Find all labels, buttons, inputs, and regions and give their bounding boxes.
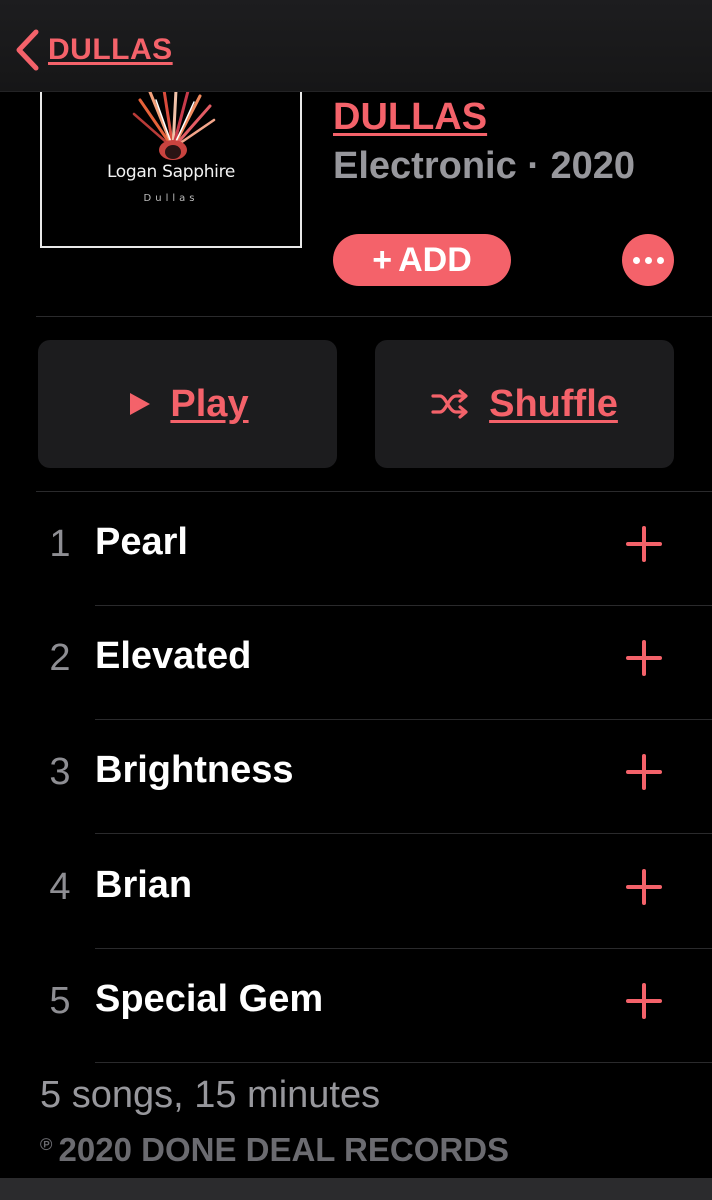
track-number: 4	[49, 866, 71, 908]
track-row[interactable]: 5 Special Gem	[0, 949, 712, 1063]
album-summary: 5 songs, 15 minutes	[40, 1074, 381, 1116]
play-label: Play	[170, 382, 249, 425]
back-button-label: DULLAS	[48, 33, 173, 66]
chevron-left-icon	[16, 29, 39, 71]
plus-icon: +	[372, 240, 393, 279]
artwork-album-text: Dullas	[143, 193, 199, 204]
track-title: Brian	[95, 864, 193, 906]
track-number: 1	[49, 523, 71, 565]
track-row[interactable]: 1 Pearl	[0, 492, 712, 606]
track-title: Special Gem	[95, 978, 324, 1020]
shuffle-label: Shuffle	[489, 382, 618, 425]
add-to-library-button[interactable]: + ADD	[333, 234, 511, 286]
album-genre-year: Electronic · 2020	[333, 145, 636, 187]
bottom-bar	[0, 1178, 712, 1200]
track-number: 3	[49, 751, 71, 793]
shuffle-button[interactable]: Shuffle	[375, 340, 674, 468]
track-divider	[95, 1062, 712, 1063]
track-row[interactable]: 3 Brightness	[0, 720, 712, 834]
add-track-plus-icon[interactable]	[626, 640, 662, 676]
track-divider	[95, 833, 712, 834]
track-row[interactable]: 2 Elevated	[0, 606, 712, 720]
add-track-plus-icon[interactable]	[626, 869, 662, 905]
track-row[interactable]: 4 Brian	[0, 835, 712, 949]
add-track-plus-icon[interactable]	[626, 754, 662, 790]
album-title-link[interactable]: DULLAS	[333, 96, 487, 139]
headdress-logo-icon	[132, 90, 216, 160]
add-track-plus-icon[interactable]	[626, 526, 662, 562]
copyright-label: 2020 DONE DEAL RECORDS	[58, 1131, 510, 1168]
more-dot-icon	[644, 256, 652, 264]
artwork-artist-text: Logan Sapphire	[106, 162, 236, 182]
more-dot-icon	[656, 256, 664, 264]
track-title: Elevated	[95, 635, 252, 677]
track-number: 2	[49, 637, 71, 679]
add-button-label: ADD	[398, 240, 472, 279]
navigation-bar: DULLAS	[0, 0, 712, 92]
track-title: Pearl	[95, 521, 188, 563]
shuffle-icon	[431, 389, 468, 419]
play-icon	[130, 393, 151, 415]
track-number: 5	[49, 980, 71, 1022]
more-dot-icon	[632, 256, 640, 264]
divider	[36, 316, 712, 317]
copyright-text: ℗ 2020 DONE DEAL RECORDS	[40, 1131, 509, 1169]
more-options-button[interactable]	[622, 234, 674, 286]
back-button[interactable]: DULLAS	[14, 26, 173, 74]
phonogram-icon: ℗	[40, 1135, 53, 1154]
add-track-plus-icon[interactable]	[626, 983, 662, 1019]
play-button[interactable]: Play	[38, 340, 337, 468]
track-title: Brightness	[95, 749, 294, 791]
